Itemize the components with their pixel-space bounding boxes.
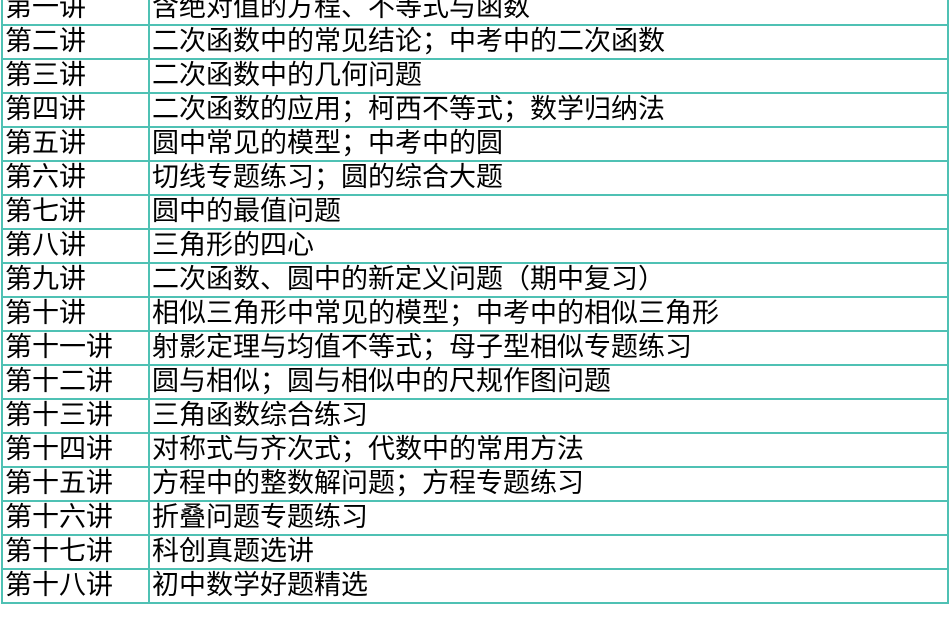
lesson-number-cell[interactable]: 第十三讲 [1,398,150,434]
lesson-topic-cell[interactable]: 相似三角形中常见的模型；中考中的相似三角形 [148,296,949,332]
lesson-topic-cell[interactable]: 二次函数中的常见结论；中考中的二次函数 [148,24,949,60]
lesson-number-cell[interactable]: 第十讲 [1,296,150,332]
lesson-number-cell[interactable]: 第十一讲 [1,330,150,366]
lesson-topic-cell[interactable]: 二次函数中的几何问题 [148,58,949,94]
table-row: 第四讲 二次函数的应用；柯西不等式；数学归纳法 [1,92,949,128]
lesson-topic-cell[interactable]: 圆与相似；圆与相似中的尺规作图问题 [148,364,949,400]
lesson-number-cell[interactable]: 第十六讲 [1,500,150,536]
lesson-topic-cell[interactable]: 二次函数、圆中的新定义问题（期中复习） [148,262,949,298]
table-row: 第三讲 二次函数中的几何问题 [1,58,949,94]
table-row: 第九讲 二次函数、圆中的新定义问题（期中复习） [1,262,949,298]
lesson-number-cell[interactable]: 第七讲 [1,194,150,230]
lesson-topic-cell[interactable]: 含绝对值的方程、不等式与函数 [148,0,949,26]
table-row: 第二讲 二次函数中的常见结论；中考中的二次函数 [1,24,949,60]
lesson-topic-cell[interactable]: 对称式与齐次式；代数中的常用方法 [148,432,949,468]
table-row: 第十八讲 初中数学好题精选 [1,568,949,604]
lesson-number-cell[interactable]: 第十七讲 [1,534,150,570]
lesson-number-cell[interactable]: 第九讲 [1,262,150,298]
spreadsheet-view: 第一讲 含绝对值的方程、不等式与函数 第二讲 二次函数中的常见结论；中考中的二次… [0,0,950,604]
table-row: 第十四讲 对称式与齐次式；代数中的常用方法 [1,432,949,468]
lesson-number-cell[interactable]: 第十八讲 [1,568,150,604]
lesson-topic-cell[interactable]: 圆中的最值问题 [148,194,949,230]
table-body: 第一讲 含绝对值的方程、不等式与函数 第二讲 二次函数中的常见结论；中考中的二次… [1,0,949,604]
lesson-topic-cell[interactable]: 科创真题选讲 [148,534,949,570]
table-row: 第八讲 三角形的四心 [1,228,949,264]
lesson-number-cell[interactable]: 第八讲 [1,228,150,264]
table-row: 第十七讲 科创真题选讲 [1,534,949,570]
lesson-number-cell[interactable]: 第十二讲 [1,364,150,400]
lesson-number-cell[interactable]: 第二讲 [1,24,150,60]
lesson-topic-cell[interactable]: 折叠问题专题练习 [148,500,949,536]
lesson-number-cell[interactable]: 第六讲 [1,160,150,196]
lesson-topic-cell[interactable]: 切线专题练习；圆的综合大题 [148,160,949,196]
lesson-topic-cell[interactable]: 初中数学好题精选 [148,568,949,604]
lesson-topic-cell[interactable]: 三角函数综合练习 [148,398,949,434]
table-row: 第十讲 相似三角形中常见的模型；中考中的相似三角形 [1,296,949,332]
table-row: 第十三讲 三角函数综合练习 [1,398,949,434]
table-row: 第十五讲 方程中的整数解问题；方程专题练习 [1,466,949,502]
lesson-topic-cell[interactable]: 圆中常见的模型；中考中的圆 [148,126,949,162]
lesson-schedule-table: 第一讲 含绝对值的方程、不等式与函数 第二讲 二次函数中的常见结论；中考中的二次… [1,0,949,604]
lesson-topic-cell[interactable]: 方程中的整数解问题；方程专题练习 [148,466,949,502]
table-row: 第十一讲 射影定理与均值不等式；母子型相似专题练习 [1,330,949,366]
table-row: 第七讲 圆中的最值问题 [1,194,949,230]
lesson-number-cell[interactable]: 第十五讲 [1,466,150,502]
lesson-number-cell[interactable]: 第四讲 [1,92,150,128]
table-row: 第十六讲 折叠问题专题练习 [1,500,949,536]
table-row: 第六讲 切线专题练习；圆的综合大题 [1,160,949,196]
lesson-topic-cell[interactable]: 射影定理与均值不等式；母子型相似专题练习 [148,330,949,366]
lesson-number-cell[interactable]: 第五讲 [1,126,150,162]
table-row: 第一讲 含绝对值的方程、不等式与函数 [1,0,949,26]
lesson-number-cell[interactable]: 第十四讲 [1,432,150,468]
table-row: 第十二讲 圆与相似；圆与相似中的尺规作图问题 [1,364,949,400]
lesson-number-cell[interactable]: 第三讲 [1,58,150,94]
table-row: 第五讲 圆中常见的模型；中考中的圆 [1,126,949,162]
lesson-topic-cell[interactable]: 二次函数的应用；柯西不等式；数学归纳法 [148,92,949,128]
lesson-number-cell[interactable]: 第一讲 [1,0,150,26]
lesson-topic-cell[interactable]: 三角形的四心 [148,228,949,264]
